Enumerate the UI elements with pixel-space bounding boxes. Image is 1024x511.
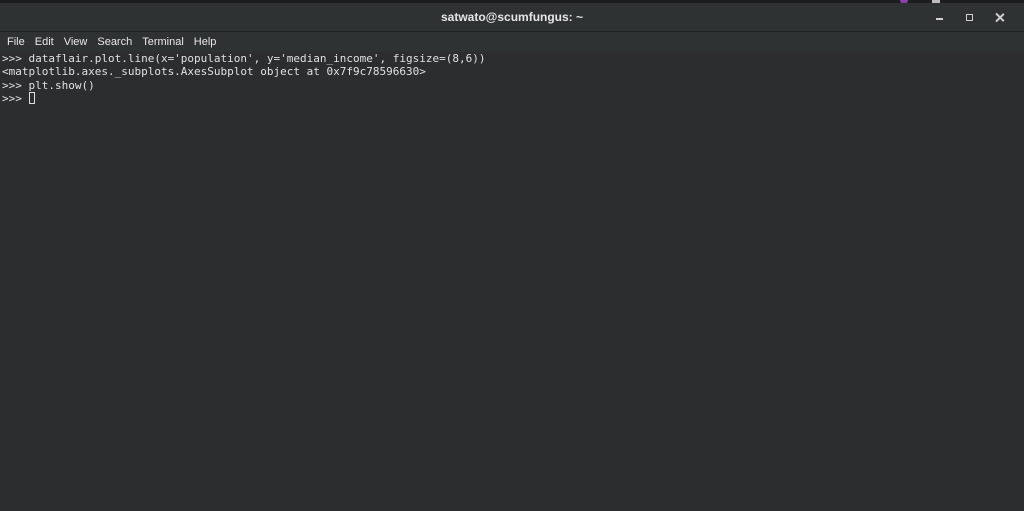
menu-edit[interactable]: Edit	[30, 32, 59, 52]
menu-bar: File Edit View Search Terminal Help	[0, 32, 1024, 52]
window-controls	[922, 3, 1012, 31]
terminal-line: >>> dataflair.plot.line(x='population', …	[2, 52, 486, 65]
menu-help[interactable]: Help	[189, 32, 222, 52]
terminal-line: >>> plt.show()	[2, 78, 95, 92]
minimize-button[interactable]	[926, 7, 952, 27]
cursor-block	[28, 91, 35, 104]
maximize-button[interactable]	[956, 7, 982, 27]
maximize-icon	[965, 13, 973, 21]
prompt-text: >>>	[2, 91, 29, 105]
window-title: satwato@scumfungus: ~	[440, 10, 584, 24]
menu-view[interactable]: View	[59, 32, 93, 52]
terminal-window: satwato@scumfungus: ~ File Edit View Sea…	[0, 0, 1024, 511]
menu-search[interactable]: Search	[92, 32, 137, 52]
close-button[interactable]	[986, 7, 1012, 27]
prompt-line: >>>	[2, 91, 1024, 105]
menu-file[interactable]: File	[2, 32, 30, 52]
title-bar: satwato@scumfungus: ~	[0, 3, 1024, 32]
close-icon	[995, 13, 1004, 22]
menu-terminal[interactable]: Terminal	[137, 32, 189, 52]
terminal-output[interactable]: >>> dataflair.plot.line(x='population', …	[0, 52, 1024, 511]
terminal-line: <matplotlib.axes._subplots.AxesSubplot o…	[2, 65, 426, 79]
minimize-icon	[935, 18, 943, 20]
